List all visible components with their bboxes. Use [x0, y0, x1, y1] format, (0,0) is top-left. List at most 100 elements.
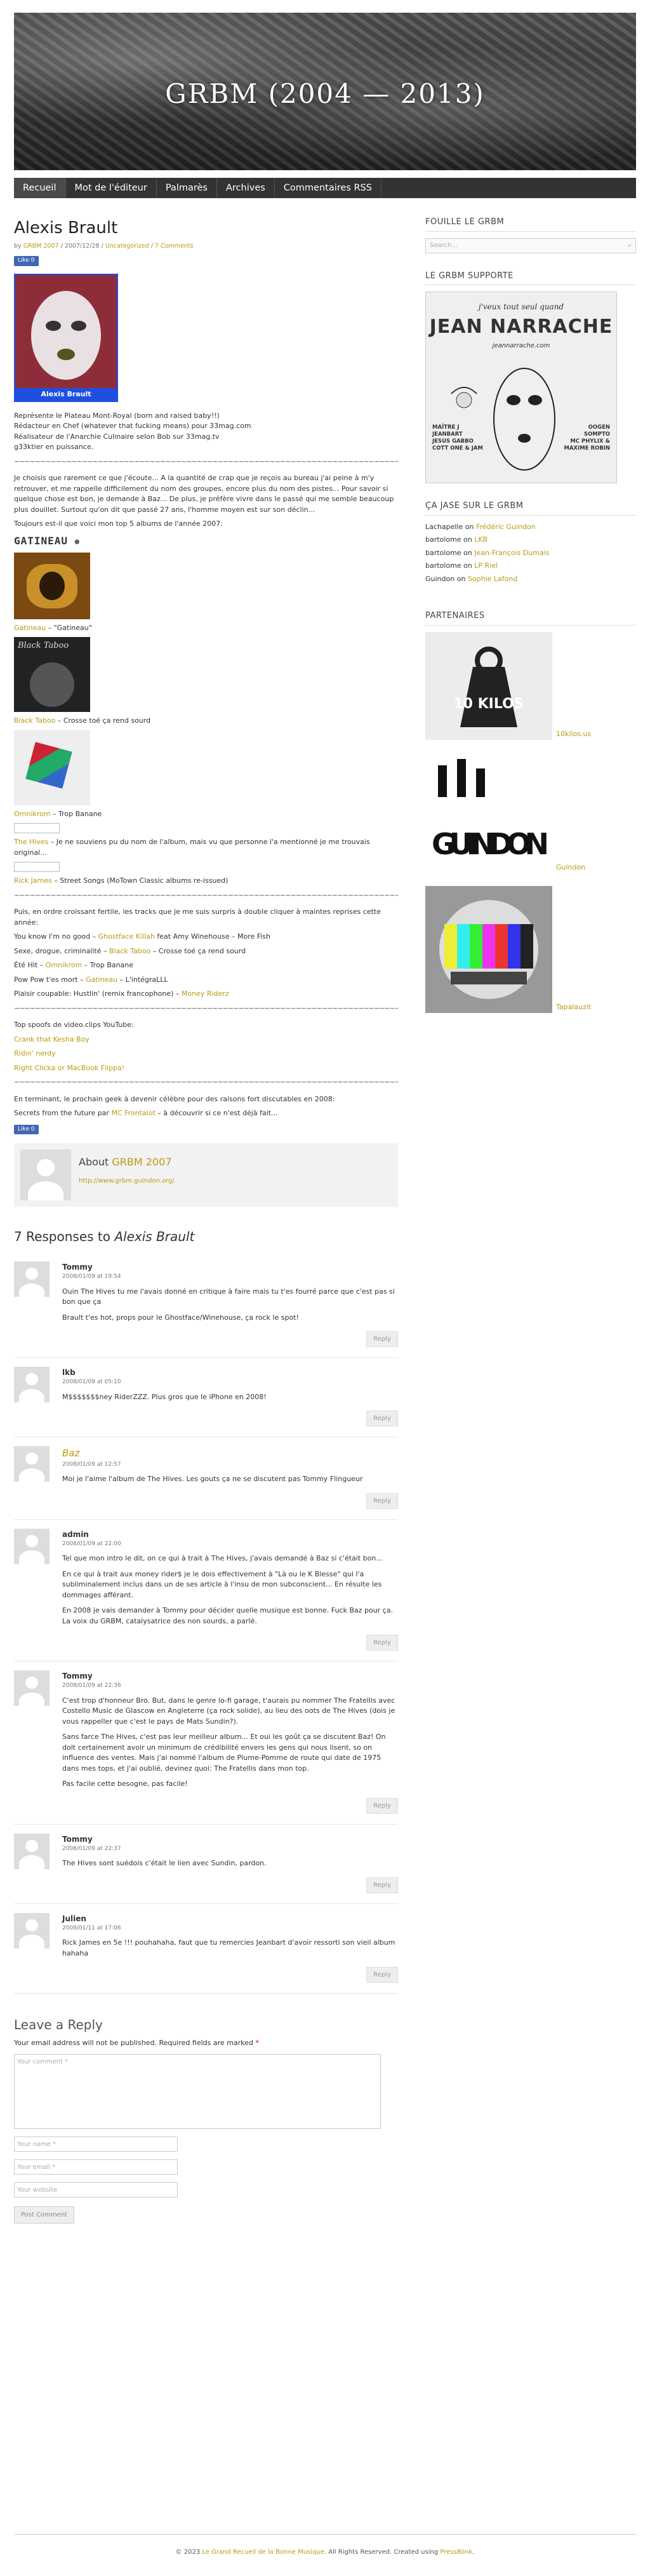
- frontalot-link[interactable]: MC Frontalot: [111, 1109, 155, 1117]
- recent-comment-link[interactable]: LKB: [474, 535, 488, 544]
- recent-comment-item: bartolome on Jean-François Dumais: [425, 548, 550, 557]
- nav-item-palmares[interactable]: Palmarès: [157, 178, 217, 198]
- track-item: Plaisir coupable: Hustlin' (remix franco…: [14, 989, 229, 998]
- reply-button[interactable]: Reply: [366, 1635, 398, 1651]
- reply-button[interactable]: Reply: [366, 1411, 398, 1427]
- nav-item-recueil[interactable]: Recueil: [14, 178, 66, 198]
- search-input[interactable]: Search... ⌕: [425, 238, 636, 253]
- comment: Julien 2008/01/11 at 17:06 Rick James en 5…: [14, 1904, 398, 1994]
- recent-comment-link[interactable]: Sophie Lafond: [468, 575, 517, 583]
- album-link-omnikrom[interactable]: Omnikrom: [14, 810, 51, 818]
- about-author-link[interactable]: GRBM 2007: [112, 1156, 171, 1168]
- spoof-link[interactable]: Crank that Kesha Boy: [14, 1035, 90, 1043]
- broken-image-hives: [14, 823, 60, 834]
- comment-date[interactable]: 2008/01/09 at 22:37: [62, 1845, 398, 1854]
- album-line-omnikrom: Omnikrom – Trop Banane: [14, 809, 102, 818]
- comment-author: admin: [62, 1529, 89, 1539]
- recent-comment-link[interactable]: Jean-François Dumais: [474, 549, 549, 557]
- fb-like-button[interactable]: Like 0: [14, 256, 39, 266]
- site-title[interactable]: GRBM (2004 — 2013): [14, 74, 636, 114]
- track-link[interactable]: Ghostface Killah: [98, 932, 155, 941]
- comment-text: Ouin The Hives tu me l'avais donné en cr…: [62, 1287, 395, 1306]
- track-link[interactable]: Black Taboo: [109, 947, 150, 955]
- recent-comment-link[interactable]: Frédéric Guindon: [476, 523, 536, 531]
- svg-text:GUINDON: GUINDON: [432, 827, 549, 861]
- comment: admin 2008/01/09 at 22:00 Tel que mon intr…: [14, 1520, 398, 1662]
- track-link[interactable]: Gatineau: [86, 976, 117, 984]
- fb-like-button-bottom[interactable]: Like 0: [14, 1124, 39, 1135]
- paragraph-top5: Toujours est-il que voici mon top 5 albu…: [14, 520, 223, 528]
- recent-comment-item: Guindon on Sophie Lafond: [425, 574, 518, 583]
- commenter-avatar: [14, 1446, 50, 1482]
- album-cover-gatineau: [14, 552, 90, 619]
- website-field[interactable]: Your website: [14, 2182, 178, 2197]
- guindon-logo[interactable]: GUINDON: [425, 752, 552, 873]
- nav-item-mot-editeur[interactable]: Mot de l'éditeur: [66, 178, 157, 198]
- widget-title: PARTENAIRES: [425, 610, 636, 626]
- comment-date[interactable]: 2008/01/09 at 19:54: [62, 1273, 398, 1282]
- reply-button[interactable]: Reply: [366, 1797, 398, 1814]
- jean-narrache-ad[interactable]: j'veux tout seul quand JEAN NARRACHE jea…: [425, 292, 617, 483]
- separator: ~~~~~~~~~~~~~~~~~~~~~~~~~~~~~~~~~~~~~~~~…: [14, 1078, 398, 1087]
- widget-title: FOUILLE LE GRBM: [425, 216, 636, 232]
- test-pattern-icon: [425, 885, 552, 1013]
- paragraph-tracks: Puis, en ordre croissant fertile, les tr…: [14, 908, 381, 927]
- partner-link[interactable]: 10kilos.us: [556, 729, 591, 740]
- category-link[interactable]: Uncategorized: [105, 243, 149, 250]
- comment-textarea[interactable]: Your comment *: [14, 2053, 381, 2129]
- footer-theme-link[interactable]: PressBlink: [440, 2549, 472, 2556]
- track-link[interactable]: Money Riderz: [182, 989, 229, 998]
- 10kilos-logo[interactable]: 10 KILOS: [425, 631, 552, 740]
- nav-item-rss[interactable]: Commentaires RSS: [275, 178, 381, 198]
- paragraph-intro: Je choisis que rarement ce que j'écoute.…: [14, 474, 394, 514]
- partner-item: Tapalauzit: [425, 885, 636, 1013]
- search-icon[interactable]: ⌕: [628, 239, 632, 253]
- comment-date[interactable]: 2008/01/09 at 05:10: [62, 1378, 398, 1387]
- widget-title: ÇA JASE SUR LE GRBM: [425, 500, 636, 516]
- post-meta: by GRBM 2007 / 2007/12/28 / Uncategorize…: [14, 243, 194, 250]
- widget-title: LE GRBM SUPPORTE: [425, 270, 636, 285]
- spoof-link[interactable]: Ridin' nerdy: [14, 1049, 56, 1057]
- commenter-avatar: [14, 1261, 50, 1298]
- recent-comment-link[interactable]: LP Riel: [474, 561, 498, 570]
- comment-date[interactable]: 2008/01/09 at 22:00: [62, 1540, 398, 1549]
- comment-date[interactable]: 2008/01/11 at 17:06: [62, 1924, 398, 1933]
- comment-date[interactable]: 2008/01/09 at 12:57: [62, 1461, 398, 1470]
- author-website-link[interactable]: http://www.grbm.guindon.org/: [79, 1177, 175, 1184]
- test-pattern-logo[interactable]: [425, 885, 552, 1013]
- comment-author[interactable]: Baz: [62, 1446, 398, 1461]
- author-link[interactable]: GRBM 2007: [23, 243, 59, 250]
- paragraph-secrets: Secrets from the future par MC Frontalot…: [14, 1109, 278, 1118]
- album-link-hives[interactable]: The Hives: [14, 838, 48, 846]
- separator: ~~~~~~~~~~~~~~~~~~~~~~~~~~~~~~~~~~~~~~~~…: [14, 457, 398, 466]
- partners-widget: PARTENAIRES 10 KILOS 10kilos.us GUINDON …: [425, 610, 636, 1013]
- album-link-black-taboo[interactable]: Black Taboo: [14, 716, 55, 725]
- comment-list: Tommy 2008/01/09 at 19:54 Ouin The Hives t…: [14, 1252, 398, 1994]
- album-line-hives: The Hives – Je ne souviens pu du nom de …: [14, 838, 370, 857]
- album-link-gatineau[interactable]: Gatineau: [14, 624, 46, 632]
- search-widget: FOUILLE LE GRBM Search... ⌕: [425, 216, 636, 253]
- comment-text: En 2008 je vais demander à Tommy pour dé…: [62, 1606, 393, 1625]
- partner-link[interactable]: Tapalauzit: [556, 1002, 591, 1013]
- name-field[interactable]: Your name *: [14, 2136, 178, 2152]
- album-link-rick-james[interactable]: Rick James: [14, 876, 52, 885]
- track-link[interactable]: Omnikrom: [46, 961, 83, 969]
- comment-author: Tommy: [62, 1834, 93, 1844]
- album-line-rick-james: Rick James – Street Songs (MoTown Classi…: [14, 876, 229, 885]
- comment: Baz 2008/01/09 at 12:57 Moi je l'aime l'al…: [14, 1437, 398, 1520]
- comment-date[interactable]: 2008/01/09 at 22:36: [62, 1682, 398, 1691]
- commenter-avatar: [14, 1912, 50, 1949]
- comments-count-link[interactable]: 7 Comments: [155, 243, 194, 250]
- email-field[interactable]: Your email *: [14, 2159, 178, 2175]
- nav-item-archives[interactable]: Archives: [217, 178, 275, 198]
- post-comment-button[interactable]: Post Comment: [14, 2206, 75, 2224]
- reply-button[interactable]: Reply: [366, 1493, 398, 1509]
- partner-link[interactable]: Guindon: [556, 862, 585, 873]
- album-cover-black-taboo: Black Taboo: [14, 637, 90, 713]
- footer-site-link[interactable]: Le Grand Recueil de la Bonne Musique: [202, 2549, 324, 2556]
- reply-button[interactable]: Reply: [366, 1967, 398, 1983]
- reply-button[interactable]: Reply: [366, 1331, 398, 1348]
- author-photo: Alexis Brault: [14, 273, 118, 402]
- reply-button[interactable]: Reply: [366, 1877, 398, 1893]
- spoof-link[interactable]: Right Clicka or MacBook Flippa!: [14, 1064, 124, 1072]
